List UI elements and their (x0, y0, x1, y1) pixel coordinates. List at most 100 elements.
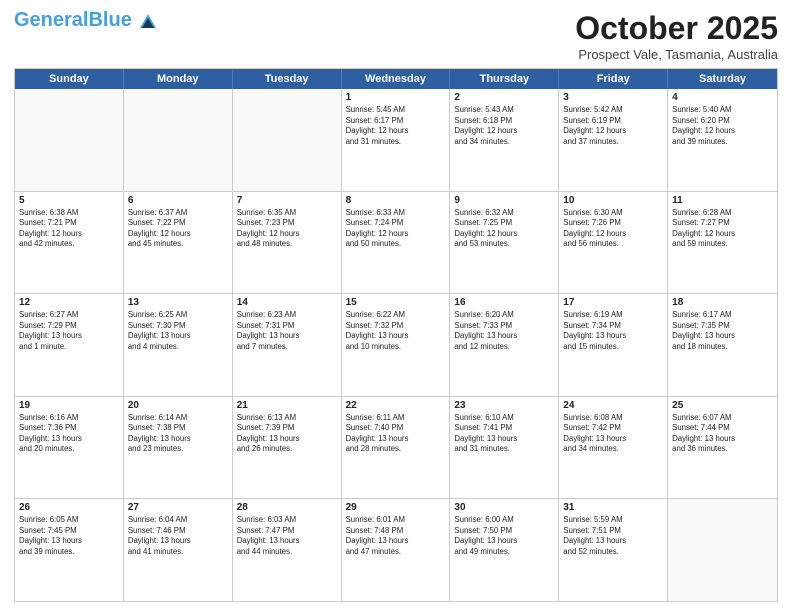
day-num-3: 3 (563, 92, 663, 103)
day-num-1: 1 (346, 92, 446, 103)
day-num-16: 16 (454, 297, 554, 308)
day-cell-8: 8Sunrise: 6:33 AM Sunset: 7:24 PM Daylig… (342, 192, 451, 294)
day-num-19: 19 (19, 400, 119, 411)
day-num-15: 15 (346, 297, 446, 308)
week-row-1: 1Sunrise: 5:45 AM Sunset: 6:17 PM Daylig… (15, 89, 777, 192)
day-num-29: 29 (346, 502, 446, 513)
day-num-26: 26 (19, 502, 119, 513)
day-info-6: Sunrise: 6:37 AM Sunset: 7:22 PM Dayligh… (128, 208, 228, 250)
day-cell-11: 11 Sunrise: 6:28 AM Sunset: 7:27 PM Dayli… (668, 192, 777, 294)
header-saturday: Saturday (668, 69, 777, 89)
logo: GeneralBlue (14, 10, 157, 30)
day-num-10: 10 (563, 195, 663, 206)
day-cell-3: 3 Sunrise: 5:42 AM Sunset: 6:19 PM Daylig… (559, 89, 668, 191)
day-info-3: Sunrise: 5:42 AM Sunset: 6:19 PM Dayligh… (563, 105, 663, 147)
day-num-25: 25 (672, 400, 773, 411)
day-info-27: Sunrise: 6:04 AM Sunset: 7:46 PM Dayligh… (128, 515, 228, 557)
week-row-2: 5Sunrise: 6:38 AM Sunset: 7:21 PM Daylig… (15, 192, 777, 295)
day-num-4: 4 (672, 92, 773, 103)
logo-icon (139, 12, 157, 30)
day-info-8: Sunrise: 6:33 AM Sunset: 7:24 PM Dayligh… (346, 208, 446, 250)
logo-general: General (14, 9, 88, 31)
calendar: Sunday Monday Tuesday Wednesday Thursday… (14, 68, 778, 602)
header-wednesday: Wednesday (342, 69, 451, 89)
day-cell-2: 2Sunrise: 5:43 AM Sunset: 6:18 PM Daylig… (450, 89, 559, 191)
day-cell-17: 17Sunrise: 6:19 AM Sunset: 7:34 PM Dayli… (559, 294, 668, 396)
header-tuesday: Tuesday (233, 69, 342, 89)
header-sunday: Sunday (15, 69, 124, 89)
day-info-11: Sunrise: 6:28 AM Sunset: 7:27 PM Dayligh… (672, 208, 773, 250)
day-num-13: 13 (128, 297, 228, 308)
day-cell-16: 16Sunrise: 6:20 AM Sunset: 7:33 PM Dayli… (450, 294, 559, 396)
day-cell-25: 25 Sunrise: 6:07 AM Sunset: 7:44 PM Dayli… (668, 397, 777, 499)
empty-day-cell (124, 89, 233, 191)
day-num-30: 30 (454, 502, 554, 513)
day-cell-30: 30 Sunrise: 6:00 AM Sunset: 7:50 PM Dayli… (450, 499, 559, 601)
day-info-30: Sunrise: 6:00 AM Sunset: 7:50 PM Dayligh… (454, 515, 554, 557)
day-num-22: 22 (346, 400, 446, 411)
day-cell-4: 4 Sunrise: 5:40 AM Sunset: 6:20 PM Daylig… (668, 89, 777, 191)
day-cell-13: 13 Sunrise: 6:25 AM Sunset: 7:30 PM Dayli… (124, 294, 233, 396)
day-num-20: 20 (128, 400, 228, 411)
day-info-12: Sunrise: 6:27 AM Sunset: 7:29 PM Dayligh… (19, 310, 119, 352)
week-row-4: 19 Sunrise: 6:16 AM Sunset: 7:36 PM Dayli… (15, 397, 777, 500)
day-num-24: 24 (563, 400, 663, 411)
day-num-21: 21 (237, 400, 337, 411)
day-info-24: Sunrise: 6:08 AM Sunset: 7:42 PM Dayligh… (563, 413, 663, 455)
day-info-14: Sunrise: 6:23 AM Sunset: 7:31 PM Dayligh… (237, 310, 337, 352)
day-num-31: 31 (563, 502, 663, 513)
day-info-20: Sunrise: 6:14 AM Sunset: 7:38 PM Dayligh… (128, 413, 228, 455)
day-info-31: Sunrise: 5:59 AM Sunset: 7:51 PM Dayligh… (563, 515, 663, 557)
day-cell-18: 18 Sunrise: 6:17 AM Sunset: 7:35 PM Dayli… (668, 294, 777, 396)
day-info-5: Sunrise: 6:38 AM Sunset: 7:21 PM Dayligh… (19, 208, 119, 250)
day-info-23: Sunrise: 6:10 AM Sunset: 7:41 PM Dayligh… (454, 413, 554, 455)
day-num-17: 17 (563, 297, 663, 308)
day-cell-7: 7 Sunrise: 6:35 AM Sunset: 7:23 PM Daylig… (233, 192, 342, 294)
header-monday: Monday (124, 69, 233, 89)
day-cell-28: 28 Sunrise: 6:03 AM Sunset: 7:47 PM Dayli… (233, 499, 342, 601)
month-title: October 2025 (575, 10, 778, 47)
day-cell-23: 23Sunrise: 6:10 AM Sunset: 7:41 PM Dayli… (450, 397, 559, 499)
week-rows: 1Sunrise: 5:45 AM Sunset: 6:17 PM Daylig… (15, 89, 777, 601)
day-cell-20: 20 Sunrise: 6:14 AM Sunset: 7:38 PM Dayli… (124, 397, 233, 499)
empty-day-cell (15, 89, 124, 191)
day-cell-12: 12Sunrise: 6:27 AM Sunset: 7:29 PM Dayli… (15, 294, 124, 396)
day-cell-15: 15 Sunrise: 6:22 AM Sunset: 7:32 PM Dayli… (342, 294, 451, 396)
day-cell-19: 19 Sunrise: 6:16 AM Sunset: 7:36 PM Dayli… (15, 397, 124, 499)
day-cell-21: 21 Sunrise: 6:13 AM Sunset: 7:39 PM Dayli… (233, 397, 342, 499)
day-info-19: Sunrise: 6:16 AM Sunset: 7:36 PM Dayligh… (19, 413, 119, 455)
day-info-25: Sunrise: 6:07 AM Sunset: 7:44 PM Dayligh… (672, 413, 773, 455)
day-info-15: Sunrise: 6:22 AM Sunset: 7:32 PM Dayligh… (346, 310, 446, 352)
logo-text: GeneralBlue (14, 10, 157, 30)
day-num-18: 18 (672, 297, 773, 308)
day-cell-6: 6Sunrise: 6:37 AM Sunset: 7:22 PM Daylig… (124, 192, 233, 294)
day-num-27: 27 (128, 502, 228, 513)
header: GeneralBlue October 2025 Prospect Vale, … (14, 10, 778, 62)
day-cell-1: 1Sunrise: 5:45 AM Sunset: 6:17 PM Daylig… (342, 89, 451, 191)
day-cell-10: 10Sunrise: 6:30 AM Sunset: 7:26 PM Dayli… (559, 192, 668, 294)
subtitle: Prospect Vale, Tasmania, Australia (575, 47, 778, 62)
day-num-7: 7 (237, 195, 337, 206)
day-info-2: Sunrise: 5:43 AM Sunset: 6:18 PM Dayligh… (454, 105, 554, 147)
day-cell-5: 5Sunrise: 6:38 AM Sunset: 7:21 PM Daylig… (15, 192, 124, 294)
day-num-28: 28 (237, 502, 337, 513)
day-info-29: Sunrise: 6:01 AM Sunset: 7:48 PM Dayligh… (346, 515, 446, 557)
day-info-7: Sunrise: 6:35 AM Sunset: 7:23 PM Dayligh… (237, 208, 337, 250)
day-cell-14: 14Sunrise: 6:23 AM Sunset: 7:31 PM Dayli… (233, 294, 342, 396)
day-num-9: 9 (454, 195, 554, 206)
day-headers: Sunday Monday Tuesday Wednesday Thursday… (15, 69, 777, 89)
day-cell-24: 24 Sunrise: 6:08 AM Sunset: 7:42 PM Dayli… (559, 397, 668, 499)
day-info-18: Sunrise: 6:17 AM Sunset: 7:35 PM Dayligh… (672, 310, 773, 352)
day-cell-9: 9 Sunrise: 6:32 AM Sunset: 7:25 PM Daylig… (450, 192, 559, 294)
week-row-3: 12Sunrise: 6:27 AM Sunset: 7:29 PM Dayli… (15, 294, 777, 397)
day-info-9: Sunrise: 6:32 AM Sunset: 7:25 PM Dayligh… (454, 208, 554, 250)
day-info-13: Sunrise: 6:25 AM Sunset: 7:30 PM Dayligh… (128, 310, 228, 352)
day-info-21: Sunrise: 6:13 AM Sunset: 7:39 PM Dayligh… (237, 413, 337, 455)
day-num-11: 11 (672, 195, 773, 206)
day-info-28: Sunrise: 6:03 AM Sunset: 7:47 PM Dayligh… (237, 515, 337, 557)
week-row-5: 26Sunrise: 6:05 AM Sunset: 7:45 PM Dayli… (15, 499, 777, 601)
day-info-4: Sunrise: 5:40 AM Sunset: 6:20 PM Dayligh… (672, 105, 773, 147)
page: GeneralBlue October 2025 Prospect Vale, … (0, 0, 792, 612)
header-friday: Friday (559, 69, 668, 89)
day-cell-27: 27 Sunrise: 6:04 AM Sunset: 7:46 PM Dayli… (124, 499, 233, 601)
